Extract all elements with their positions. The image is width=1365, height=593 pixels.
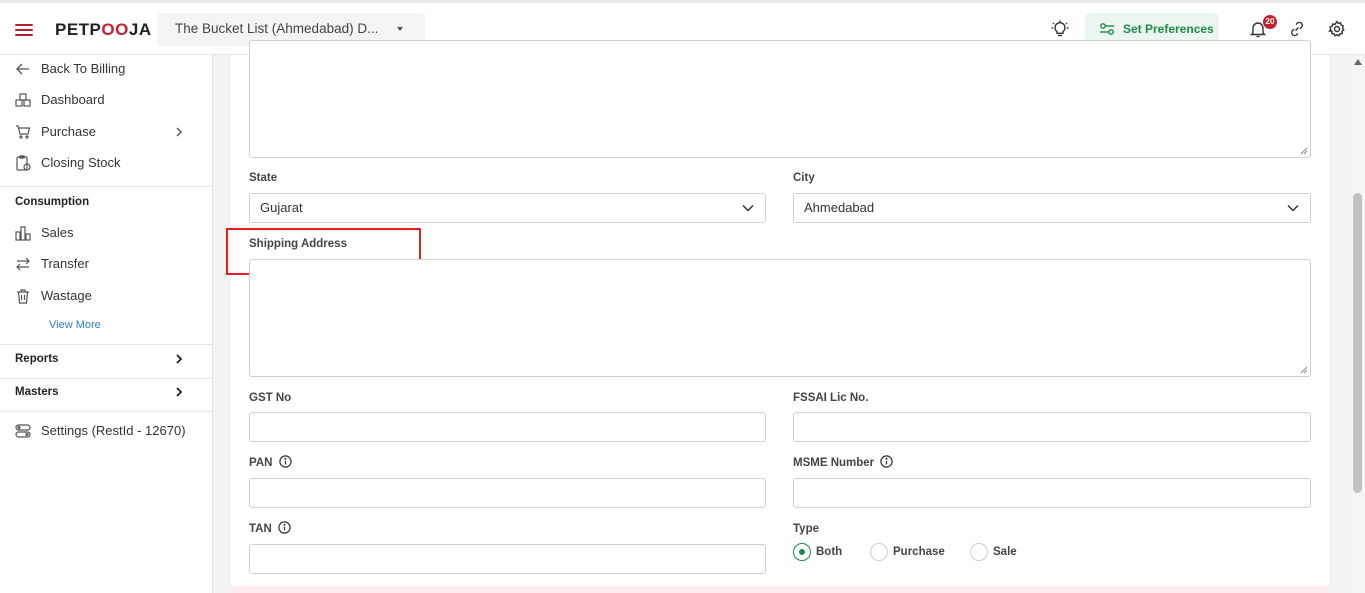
sidebar-item-label: Closing Stock: [41, 155, 121, 170]
type-radio-both[interactable]: Both: [793, 543, 842, 561]
sidebar-divider: [0, 411, 212, 412]
chevron-right-icon: [176, 354, 183, 364]
sidebar-item-reports[interactable]: Reports: [0, 344, 212, 374]
info-icon[interactable]: [278, 455, 292, 469]
sidebar-item-label: Sales: [41, 225, 74, 240]
scroll-up-arrow-icon[interactable]: [1354, 59, 1362, 65]
resize-grip-icon[interactable]: [1300, 366, 1308, 374]
sidebar: Back To Billing Dashboard Purchase Closi…: [0, 55, 213, 593]
type-label: Type: [793, 523, 819, 535]
dashboard-icon: [15, 93, 31, 107]
sidebar-item-closing-stock[interactable]: Closing Stock: [0, 149, 212, 177]
masters-label: Masters: [15, 386, 59, 398]
sidebar-item-settings[interactable]: Settings (RestId - 12670): [0, 417, 212, 445]
pan-label: PAN: [249, 455, 292, 469]
caret-down-icon: [397, 27, 403, 31]
hamburger-menu-icon[interactable]: [15, 24, 33, 36]
radio-label: Sale: [993, 546, 1017, 558]
chevron-right-icon: [176, 127, 182, 137]
form-footer-strip: [231, 586, 1329, 593]
outlet-name: The Bucket List (Ahmedabad) D...: [175, 21, 379, 36]
chevron-down-icon: [1287, 204, 1299, 212]
type-radio-purchase[interactable]: Purchase: [870, 543, 945, 561]
radio-circle[interactable]: [793, 543, 811, 561]
state-label: State: [249, 172, 278, 184]
city-value: Ahmedabad: [804, 200, 875, 215]
bar-chart-icon: [15, 226, 31, 241]
sidebar-item-label: Purchase: [41, 124, 96, 139]
tan-input[interactable]: [249, 544, 766, 574]
radio-label: Purchase: [893, 546, 945, 558]
link-icon[interactable]: [1287, 19, 1307, 39]
fssai-input[interactable]: [793, 412, 1311, 442]
arrow-left-icon: [16, 63, 29, 75]
radio-circle[interactable]: [870, 543, 888, 561]
sidebar-item-wastage[interactable]: Wastage: [0, 282, 212, 310]
tan-label: TAN: [249, 521, 291, 535]
notification-count-badge: 20: [1263, 15, 1277, 29]
shipping-address-textarea[interactable]: [249, 259, 1311, 377]
pan-input[interactable]: [249, 478, 766, 508]
msme-label: MSME Number: [793, 455, 894, 469]
city-select[interactable]: Ahmedabad: [793, 193, 1311, 223]
fssai-label: FSSAI Lic No.: [793, 392, 869, 404]
page-scrollbar[interactable]: [1351, 55, 1365, 593]
reports-label: Reports: [15, 353, 59, 365]
sidebar-item-back-to-billing[interactable]: Back To Billing: [0, 55, 212, 83]
msme-input[interactable]: [793, 478, 1311, 508]
gst-no-input[interactable]: [249, 412, 766, 442]
gear-icon[interactable]: [1327, 19, 1347, 39]
settings-toggle-icon: [15, 424, 31, 438]
sidebar-item-transfer[interactable]: Transfer: [0, 250, 212, 278]
city-label: City: [793, 172, 815, 184]
sidebar-item-label: Back To Billing: [41, 61, 126, 76]
resize-grip-icon[interactable]: [1300, 147, 1308, 155]
set-preferences-label: Set Preferences: [1123, 22, 1214, 36]
info-icon[interactable]: [278, 521, 291, 535]
sidebar-item-label: Wastage: [41, 288, 92, 303]
lightbulb-icon[interactable]: [1050, 19, 1070, 39]
view-more-link[interactable]: View More: [49, 319, 101, 331]
shipping-address-label: Shipping Address: [249, 238, 347, 250]
state-select[interactable]: Gujarat: [249, 193, 766, 223]
state-value: Gujarat: [260, 200, 303, 215]
type-radio-sale[interactable]: Sale: [970, 543, 1017, 561]
sliders-icon: [1100, 23, 1114, 35]
gst-no-label: GST No: [249, 392, 292, 404]
radio-label: Both: [816, 546, 843, 558]
chevron-down-icon: [742, 204, 754, 212]
scroll-thumb[interactable]: [1353, 193, 1362, 493]
chevron-right-icon: [176, 387, 183, 397]
sidebar-item-label: Settings (RestId - 12670): [41, 423, 186, 438]
billing-address-textarea[interactable]: [249, 40, 1311, 158]
sidebar-item-sales[interactable]: Sales: [0, 219, 212, 247]
petpooja-logo[interactable]: PETPOOJA: [55, 20, 152, 40]
consumption-section-label: Consumption: [15, 196, 90, 208]
sidebar-item-dashboard[interactable]: Dashboard: [0, 86, 212, 114]
sidebar-divider: [0, 186, 212, 187]
sidebar-item-label: Transfer: [41, 256, 89, 271]
sidebar-item-label: Dashboard: [41, 92, 105, 107]
clipboard-icon: [16, 155, 31, 171]
radio-circle[interactable]: [970, 543, 988, 561]
cart-icon: [16, 125, 31, 139]
sidebar-item-masters[interactable]: Masters: [0, 377, 212, 407]
sidebar-item-purchase[interactable]: Purchase: [0, 118, 212, 146]
transfer-icon: [16, 257, 30, 271]
info-icon[interactable]: [880, 455, 894, 469]
trash-icon: [17, 289, 29, 304]
